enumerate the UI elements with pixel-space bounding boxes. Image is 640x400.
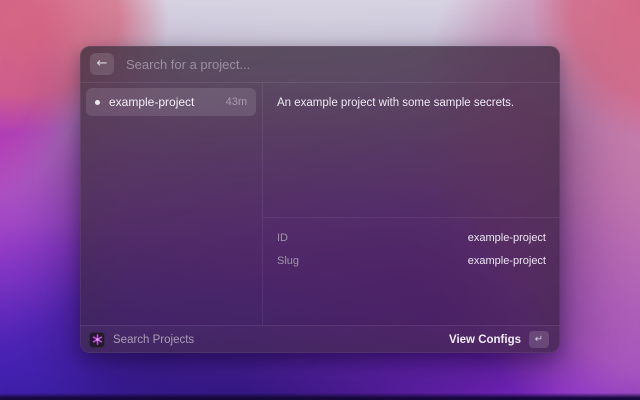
metadata-label: Slug <box>277 254 300 267</box>
metadata-value: example-project <box>467 254 546 267</box>
bullet-icon <box>95 99 100 105</box>
metadata-label: ID <box>277 231 288 244</box>
back-button[interactable]: ← <box>90 53 114 75</box>
content-body: example-project 43m An example project w… <box>80 83 560 325</box>
metadata-row-slug: Slug example-project <box>277 249 546 272</box>
wallpaper-bottom-strip <box>0 393 640 400</box>
project-list: example-project 43m <box>80 83 263 325</box>
back-arrow-icon: ← <box>96 56 108 71</box>
view-configs-label: View Configs <box>449 333 521 346</box>
project-age-badge: 43m <box>225 96 247 108</box>
detail-panel: An example project with some sample secr… <box>263 83 560 325</box>
search-input[interactable] <box>124 55 550 73</box>
search-header: ← <box>80 46 560 83</box>
action-bar: Search Projects View Configs ↵ <box>80 325 560 353</box>
metadata-value: example-project <box>467 231 546 244</box>
enter-key-icon: ↵ <box>529 331 549 348</box>
launcher-window: ← example-project 43m An example project… <box>80 46 560 353</box>
command-name: Search Projects <box>113 333 195 346</box>
view-configs-button[interactable]: View Configs ↵ <box>447 329 551 350</box>
metadata-row-id: ID example-project <box>277 226 546 249</box>
project-name: example-project <box>109 95 195 109</box>
doppler-extension-icon <box>89 331 105 348</box>
list-item-example-project[interactable]: example-project 43m <box>86 88 256 116</box>
metadata-section: ID example-project Slug example-project <box>263 217 560 325</box>
project-description: An example project with some sample secr… <box>277 97 515 109</box>
